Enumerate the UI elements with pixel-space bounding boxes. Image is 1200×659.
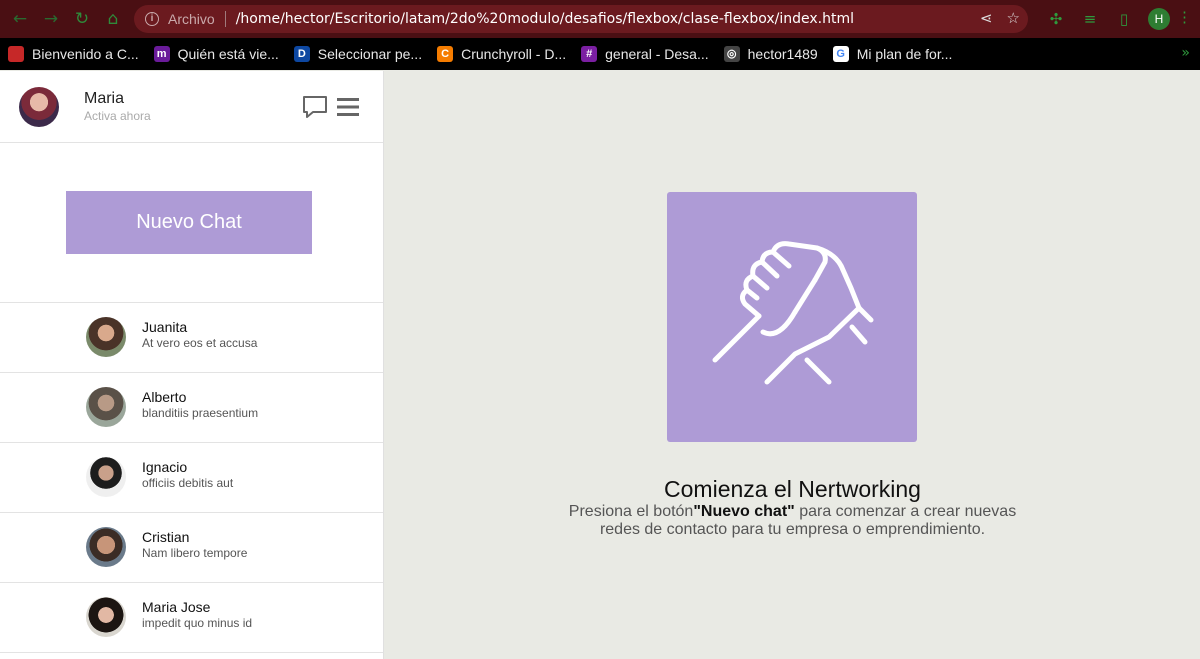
bookmark-favicon-icon: G <box>832 46 849 62</box>
bookmark-item[interactable]: Bienvenido a C... <box>8 46 139 62</box>
contact-name: Alberto <box>142 389 187 405</box>
side-panel-icon[interactable]: ▯ <box>1114 9 1134 29</box>
bookmark-item[interactable]: # general - Desa... <box>581 46 709 62</box>
forward-icon[interactable]: → <box>40 8 62 30</box>
list-item[interactable]: Alberto blanditiis praesentium <box>0 373 383 443</box>
bookmarks-overflow-icon[interactable]: » <box>1181 45 1190 61</box>
bookmark-favicon-icon: # <box>581 46 598 62</box>
divider <box>224 11 226 27</box>
url-text[interactable]: /home/hector/Escritorio/latam/2do%20modu… <box>236 11 854 27</box>
bookmarks-bar: Bienvenido a C... m Quién está vie... D Sele… <box>0 38 1200 70</box>
address-prefix: Archivo <box>168 11 215 27</box>
menu-kebab-icon[interactable]: ⋮ <box>1177 8 1192 26</box>
contact-name: Cristian <box>142 529 190 545</box>
bookmark-item[interactable]: D Seleccionar pe... <box>293 46 423 62</box>
instructions-text: Presiona el botón"Nuevo chat" para comen… <box>560 503 1025 539</box>
contact-name: Ignacio <box>142 459 188 475</box>
contact-list: Juanita At vero eos et accusa Alberto bland… <box>0 303 383 653</box>
list-item[interactable]: Juanita At vero eos et accusa <box>0 303 383 373</box>
contact-last-message: At vero eos et accusa <box>142 336 258 350</box>
avatar <box>86 387 126 427</box>
bookmark-item[interactable]: G Mi plan de for... <box>832 46 953 62</box>
instructions-button-name: "Nuevo chat" <box>693 503 795 520</box>
bookmark-item[interactable]: ◎ hector1489 <box>723 46 818 62</box>
address-bar[interactable]: i Archivo /home/hector/Escritorio/latam/… <box>134 5 1028 33</box>
contact-last-message: blanditiis praesentium <box>142 406 259 420</box>
hamburger-menu-icon[interactable] <box>334 93 362 121</box>
share-icon[interactable]: ⋖ <box>980 9 993 27</box>
bookmark-favicon-icon <box>8 46 24 62</box>
contact-last-message: officiis debitis aut <box>142 476 234 490</box>
avatar <box>86 457 126 497</box>
media-control-icon[interactable]: ≡ <box>1080 9 1100 29</box>
instructions-prefix: Presiona el botón <box>568 503 694 520</box>
profile-header: Maria Activa ahora <box>0 71 383 143</box>
bookmark-label: Mi plan de for... <box>856 46 953 62</box>
bookmark-item[interactable]: C Crunchyroll - D... <box>437 46 566 62</box>
user-name: Maria <box>84 90 125 107</box>
profile-avatar[interactable]: H <box>1148 8 1170 30</box>
bookmark-label: Quién está vie... <box>177 46 279 62</box>
new-chat-button[interactable]: Nuevo Chat <box>66 191 312 254</box>
reload-icon[interactable]: ↻ <box>71 8 93 30</box>
bookmark-favicon-icon: D <box>293 46 310 62</box>
avatar <box>86 597 126 637</box>
info-icon[interactable]: i <box>145 12 159 26</box>
hero-card <box>667 192 917 442</box>
list-item[interactable]: Maria Jose impedit quo minus id <box>0 583 383 653</box>
list-item[interactable]: Ignacio officiis debitis aut <box>0 443 383 513</box>
new-chat-section: Nuevo Chat <box>0 143 383 303</box>
avatar <box>86 317 126 357</box>
avatar <box>86 527 126 567</box>
chat-bubble-icon[interactable] <box>301 93 329 121</box>
extensions-icon[interactable]: ✣ <box>1046 9 1066 29</box>
contact-last-message: Nam libero tempore <box>142 546 248 560</box>
contact-last-message: impedit quo minus id <box>142 616 253 630</box>
page-title: Comienza el Nertworking <box>664 476 921 502</box>
bookmark-label: Bienvenido a C... <box>32 46 139 62</box>
browser-toolbar: ← → ↻ ⌂ i Archivo /home/hector/Escritori… <box>0 0 1200 38</box>
bookmark-label: general - Desa... <box>605 46 709 62</box>
bookmark-favicon-icon: ◎ <box>723 46 740 62</box>
bookmark-star-icon[interactable]: ☆ <box>1007 9 1020 27</box>
contact-name: Maria Jose <box>142 599 211 615</box>
home-icon[interactable]: ⌂ <box>102 8 124 30</box>
bookmark-favicon-icon: m <box>153 46 170 62</box>
bookmark-label: Crunchyroll - D... <box>461 46 567 62</box>
user-status: Activa ahora <box>84 109 151 123</box>
back-icon[interactable]: ← <box>9 8 31 30</box>
bookmark-item[interactable]: m Quién está vie... <box>153 46 279 62</box>
avatar[interactable] <box>19 87 59 127</box>
contact-name: Juanita <box>142 319 188 335</box>
handshake-icon <box>712 241 874 385</box>
list-item[interactable]: Cristian Nam libero tempore <box>0 513 383 583</box>
bookmark-label: hector1489 <box>747 46 818 62</box>
chat-sidebar: Maria Activa ahora Nuevo Chat Juanita At … <box>0 71 384 659</box>
bookmark-label: Seleccionar pe... <box>317 46 423 62</box>
bookmark-favicon-icon: C <box>437 46 454 62</box>
main-panel: Comienza el Nertworking Presiona el botó… <box>385 71 1200 659</box>
